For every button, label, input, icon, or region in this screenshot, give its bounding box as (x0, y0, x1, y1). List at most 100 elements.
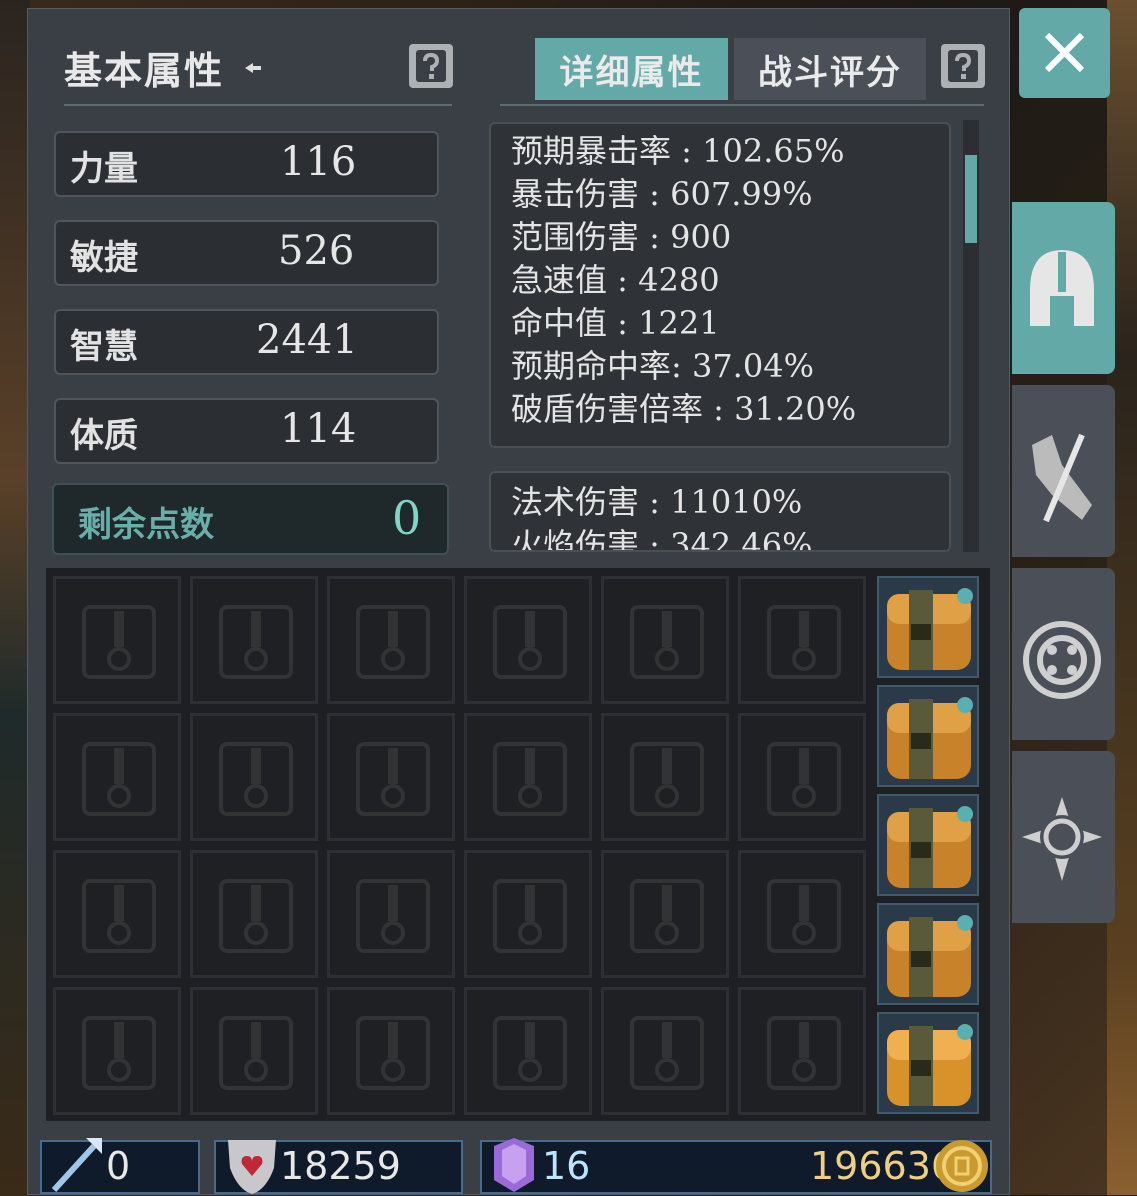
empty-slot-icon (219, 742, 293, 816)
inventory-slot[interactable] (738, 850, 866, 978)
gem-icon (494, 1138, 534, 1192)
inventory-slot[interactable] (327, 576, 455, 704)
detail-line: 预期命中率: 37.04% (511, 347, 814, 385)
inventory-slot[interactable] (601, 576, 729, 704)
inventory-slot[interactable] (53, 713, 181, 841)
detail-line: 范围伤害 : 900 (511, 218, 732, 256)
bag-slot-2[interactable] (877, 685, 979, 787)
inventory-slot[interactable] (464, 576, 592, 704)
backpack-icon (887, 1024, 973, 1106)
inventory-slot[interactable] (601, 713, 729, 841)
empty-slot-icon (356, 1016, 430, 1090)
remaining-points: 剩余点数 0 (52, 483, 449, 555)
empty-slot-icon (219, 879, 293, 953)
bag-slot-5[interactable] (877, 1012, 979, 1114)
inventory-slot[interactable] (601, 850, 729, 978)
currency-key-value: 0 (106, 1144, 131, 1188)
empty-slot-icon (630, 605, 704, 679)
detail-line: 命中值 : 1221 (511, 304, 720, 342)
inventory-slot[interactable] (53, 850, 181, 978)
detail-line: 法术伤害 : 11010% (511, 483, 803, 521)
inventory-slot[interactable] (53, 576, 181, 704)
currency-shield: 18259 (214, 1140, 463, 1194)
inventory-slot[interactable] (327, 987, 455, 1115)
inventory-slot[interactable] (464, 850, 592, 978)
key-staff-icon (51, 1138, 102, 1193)
bag-slot-4[interactable] (877, 903, 979, 1005)
inventory-slot[interactable] (190, 576, 318, 704)
inventory-slot[interactable] (53, 987, 181, 1115)
detail-line: 暴击伤害 : 607.99% (511, 175, 813, 213)
tab-battle-score[interactable]: 战斗评分 (734, 38, 926, 100)
empty-slot-icon (219, 605, 293, 679)
helmet-icon (1030, 250, 1094, 326)
detail-stats-box-damage[interactable]: 法术伤害 : 11010% 火焰伤害 : 342.46% (489, 471, 951, 552)
currency-gem-value: 16 (542, 1144, 591, 1188)
remaining-label: 剩余点数 (78, 505, 214, 545)
inventory-slot[interactable] (738, 987, 866, 1115)
bag-slot-3[interactable] (877, 794, 979, 896)
shield-heart-icon (228, 1140, 276, 1194)
currency-gem-gold: 16 196636 (480, 1138, 992, 1194)
inventory-slot[interactable] (601, 987, 729, 1115)
empty-slot-icon (356, 742, 430, 816)
backpack-icon (887, 588, 973, 670)
empty-slot-icon (82, 879, 156, 953)
empty-slot-icon (767, 879, 841, 953)
side-tab-target[interactable] (1012, 568, 1115, 740)
remaining-value: 0 (392, 491, 422, 545)
side-tab-gloves[interactable] (1012, 385, 1115, 557)
side-tab-compass[interactable] (1012, 751, 1115, 923)
bag-slot-1[interactable] (877, 576, 979, 678)
tab-detailed-attributes[interactable]: 详细属性 (535, 38, 728, 100)
empty-slot-icon (493, 879, 567, 953)
empty-slot-icon (767, 1016, 841, 1090)
detail-scrollbar-thumb[interactable] (965, 155, 977, 243)
currency-shield-value: 18259 (280, 1144, 401, 1188)
help-button-detail[interactable] (941, 44, 985, 88)
stat-label: 智慧 (70, 327, 138, 367)
inventory-slot[interactable] (738, 713, 866, 841)
inventory-slot[interactable] (327, 713, 455, 841)
stat-strength: 力量 116 (54, 131, 439, 197)
detail-stats-box-critical[interactable]: 预期暴击率 : 102.65% 暴击伤害 : 607.99% 范围伤害 : 90… (489, 122, 951, 448)
gloves-sword-icon (1032, 433, 1092, 523)
stat-label: 体质 (70, 416, 138, 456)
empty-slot-icon (493, 605, 567, 679)
gold-coin-icon (936, 1140, 988, 1192)
arrow-left-icon[interactable] (243, 58, 263, 78)
help-icon (416, 50, 446, 82)
stat-constitution: 体质 114 (54, 398, 439, 464)
backpack-icon (887, 915, 973, 997)
empty-slot-icon (82, 1016, 156, 1090)
inventory-slot[interactable] (464, 987, 592, 1115)
close-button[interactable] (1019, 8, 1110, 98)
inventory-slot[interactable] (738, 576, 866, 704)
stat-label: 敏捷 (70, 238, 138, 278)
stat-value: 526 (278, 228, 355, 274)
backpack-icon (887, 697, 973, 779)
side-tab-armor[interactable] (1012, 202, 1115, 374)
help-button-basic[interactable] (409, 44, 453, 88)
tab-divider (500, 104, 984, 106)
inventory-slot[interactable] (190, 850, 318, 978)
stat-value: 114 (280, 406, 357, 452)
inventory-slot[interactable] (464, 713, 592, 841)
empty-slot-icon (767, 742, 841, 816)
stat-wisdom: 智慧 2441 (54, 309, 439, 375)
empty-slot-icon (82, 605, 156, 679)
inventory-slot[interactable] (190, 987, 318, 1115)
header-divider (64, 104, 452, 106)
stat-agility: 敏捷 526 (54, 220, 439, 286)
detail-line: 火焰伤害 : 342.46% (511, 526, 813, 552)
close-icon (1044, 32, 1085, 73)
empty-slot-icon (356, 605, 430, 679)
empty-slot-icon (82, 742, 156, 816)
inventory-slot[interactable] (327, 850, 455, 978)
currency-key: 0 (40, 1138, 200, 1194)
help-icon (948, 50, 978, 82)
compass-icon (1022, 797, 1102, 881)
inventory-slot[interactable] (190, 713, 318, 841)
stat-value: 2441 (256, 317, 358, 363)
empty-slot-icon (493, 742, 567, 816)
